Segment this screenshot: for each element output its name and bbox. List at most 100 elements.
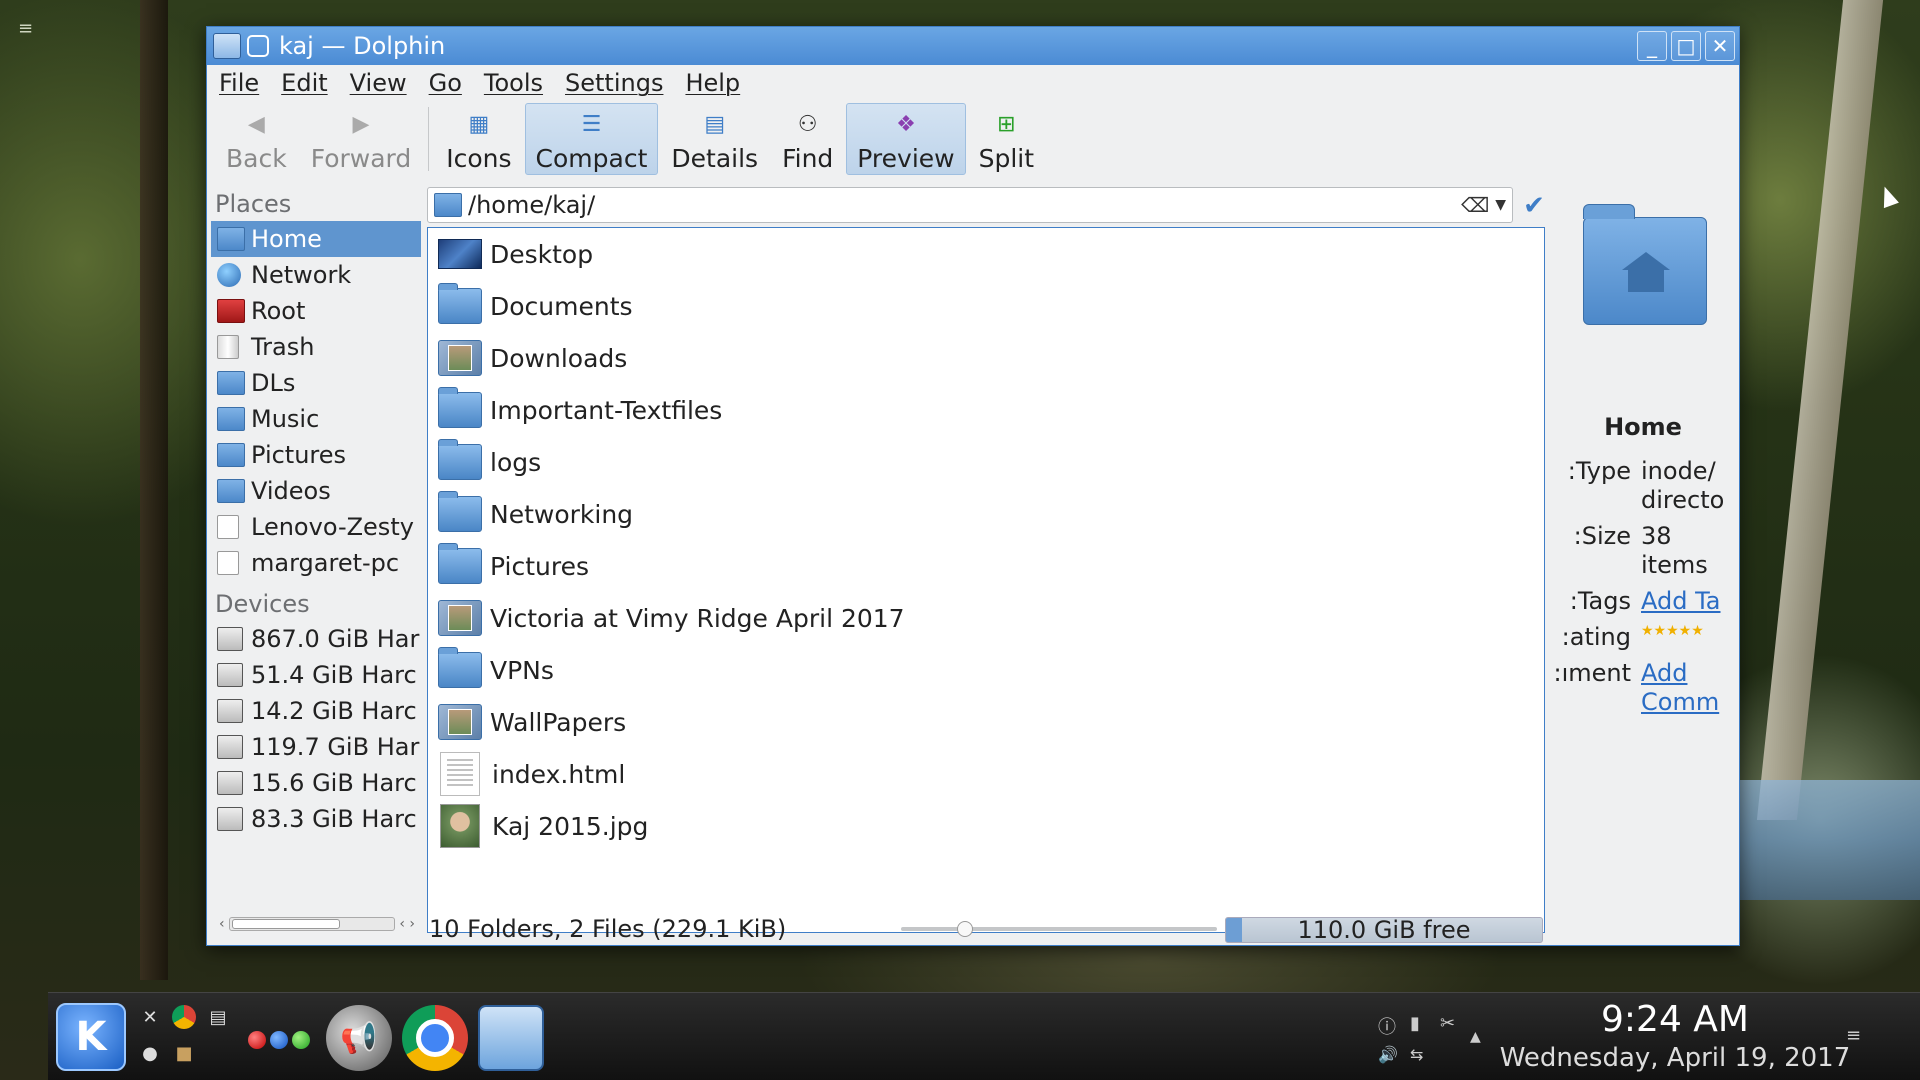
- place-trash[interactable]: Trash: [211, 329, 421, 365]
- add-tags-link[interactable]: Add Ta: [1641, 587, 1733, 615]
- file-item[interactable]: Victoria at Vimy Ridge April 2017: [428, 592, 1544, 644]
- tray-expand-icon[interactable]: ▲: [1470, 1029, 1481, 1045]
- device-item[interactable]: 51.4 GiB Harc: [211, 657, 421, 693]
- file-item[interactable]: logs: [428, 436, 1544, 488]
- network-share-icon: [217, 515, 239, 539]
- device-item[interactable]: 14.2 GiB Harc: [211, 693, 421, 729]
- rating-stars-icon[interactable]: ★★★★★: [1641, 623, 1733, 651]
- menu-help[interactable]: Help: [685, 69, 740, 97]
- folder-thumbnail-icon: [438, 704, 482, 740]
- file-name: WallPapers: [490, 707, 627, 737]
- volume-tray-icon[interactable]: 🔊: [1378, 1045, 1398, 1064]
- device-item[interactable]: 83.3 GiB Harc: [211, 801, 421, 837]
- menu-view[interactable]: View: [350, 69, 407, 97]
- file-item[interactable]: Downloads: [428, 332, 1544, 384]
- back-arrow-icon: ◀: [247, 111, 265, 137]
- kde-launcher-icon[interactable]: K: [56, 1003, 126, 1071]
- scissors-tray-icon[interactable]: ✂: [1440, 1013, 1455, 1034]
- notes-icon[interactable]: ▤: [206, 1005, 230, 1029]
- clock-time[interactable]: 9:24 AM: [1490, 999, 1860, 1040]
- back-button[interactable]: ◀ Back: [215, 103, 298, 175]
- desktop-menu-icon[interactable]: ≡: [18, 18, 33, 39]
- pictures-folder-icon: [438, 543, 482, 584]
- file-item[interactable]: WallPapers: [428, 696, 1544, 748]
- chevron-down-icon[interactable]: ▼: [1495, 197, 1506, 213]
- chrome-app-icon[interactable]: [402, 1005, 468, 1071]
- place-root[interactable]: Root: [211, 293, 421, 329]
- folder-thumbnail-icon: [438, 340, 482, 376]
- file-item[interactable]: index.html: [428, 748, 1544, 800]
- panel-menu-icon[interactable]: ≡: [1846, 1025, 1861, 1046]
- clock-date[interactable]: Wednesday, April 19, 2017: [1490, 1043, 1860, 1073]
- device-item[interactable]: 867.0 GiB Har: [211, 621, 421, 657]
- titlebar[interactable]: kaj — Dolphin _ □ ✕: [207, 27, 1739, 65]
- free-space-bar[interactable]: 110.0 GiB free: [1225, 917, 1543, 943]
- device-item[interactable]: 15.6 GiB Harc: [211, 765, 421, 801]
- file-view[interactable]: Desktop Documents Downloads Important-Te…: [427, 227, 1545, 933]
- split-button[interactable]: ⊞ Split: [968, 103, 1045, 175]
- green-dot-icon[interactable]: [292, 1031, 310, 1049]
- app-icon[interactable]: [213, 33, 241, 59]
- file-name: Documents: [490, 291, 633, 321]
- file-item[interactable]: Important-Textfiles: [428, 384, 1544, 436]
- checkmark-icon[interactable]: ✔: [1519, 191, 1549, 221]
- place-lenovo-zesty[interactable]: Lenovo-Zesty: [211, 509, 421, 545]
- file-name: Desktop: [490, 239, 594, 269]
- preview-icon: ❖: [896, 111, 916, 137]
- place-videos[interactable]: Videos: [211, 473, 421, 509]
- red-dot-icon[interactable]: [248, 1031, 266, 1049]
- tools-icon[interactable]: ✕: [138, 1005, 162, 1029]
- zoom-slider-handle[interactable]: [957, 921, 973, 937]
- place-music[interactable]: Music: [211, 401, 421, 437]
- archive-icon[interactable]: ■: [172, 1041, 196, 1065]
- place-network[interactable]: Network: [211, 257, 421, 293]
- device-tray-icon[interactable]: ▮: [1410, 1013, 1420, 1034]
- place-home[interactable]: Home: [211, 221, 421, 257]
- chrome-small-icon[interactable]: [172, 1005, 196, 1029]
- preview-button[interactable]: ❖ Preview: [846, 103, 966, 175]
- network-tray-icon[interactable]: ⇆: [1410, 1045, 1423, 1064]
- device-label: 867.0 GiB Har: [251, 625, 420, 653]
- blue-dot-icon[interactable]: [270, 1031, 288, 1049]
- compact-view-button[interactable]: ☰ Compact: [524, 103, 659, 175]
- find-button[interactable]: ⚇ Find: [771, 103, 844, 175]
- menu-settings[interactable]: Settings: [565, 69, 663, 97]
- menu-file[interactable]: File: [219, 69, 259, 97]
- place-margaret-pc[interactable]: margaret-pc: [211, 545, 421, 581]
- places-title: Places: [215, 190, 292, 218]
- forward-button[interactable]: ▶ Forward: [300, 103, 423, 175]
- add-comment-link-2[interactable]: Comm: [1641, 688, 1733, 716]
- info-type-cont: directo: [1553, 486, 1733, 514]
- menu-go[interactable]: Go: [429, 69, 462, 97]
- file-item[interactable]: Desktop: [428, 228, 1544, 280]
- info-tray-icon[interactable]: ⓘ: [1378, 1013, 1396, 1039]
- file-item[interactable]: VPNs: [428, 644, 1544, 696]
- location-path[interactable]: /home/kaj/: [468, 191, 1461, 219]
- place-dls[interactable]: DLs: [211, 365, 421, 401]
- place-pictures[interactable]: Pictures: [211, 437, 421, 473]
- maximize-button[interactable]: □: [1671, 31, 1701, 61]
- forward-arrow-icon: ▶: [352, 111, 370, 137]
- file-item[interactable]: Documents: [428, 280, 1544, 332]
- icons-view-button[interactable]: ▦ Icons: [435, 103, 522, 175]
- menu-edit[interactable]: Edit: [281, 69, 327, 97]
- details-view-button[interactable]: ▤ Details: [660, 103, 769, 175]
- add-comment-link[interactable]: Add: [1641, 659, 1733, 687]
- chat-icon[interactable]: ●: [138, 1041, 162, 1065]
- file-item[interactable]: Kaj 2015.jpg: [428, 800, 1544, 852]
- icons-label: Icons: [446, 144, 512, 173]
- dolphin-app-icon[interactable]: [478, 1005, 544, 1071]
- device-item[interactable]: 119.7 GiB Har: [211, 729, 421, 765]
- file-item[interactable]: Pictures: [428, 540, 1544, 592]
- location-bar[interactable]: /home/kaj/ ⌫ ▼: [427, 187, 1513, 223]
- minimize-button[interactable]: _: [1637, 31, 1667, 61]
- pin-icon[interactable]: [247, 35, 269, 57]
- clear-icon[interactable]: ⌫: [1461, 193, 1489, 217]
- menu-tools[interactable]: Tools: [484, 69, 543, 97]
- split-icon: ⊞: [997, 111, 1016, 137]
- close-button[interactable]: ✕: [1705, 31, 1735, 61]
- file-item[interactable]: Networking: [428, 488, 1544, 540]
- announce-app-icon[interactable]: 📢: [326, 1005, 392, 1071]
- zoom-slider[interactable]: [901, 921, 1217, 937]
- wallpaper-lake: [1740, 780, 1920, 900]
